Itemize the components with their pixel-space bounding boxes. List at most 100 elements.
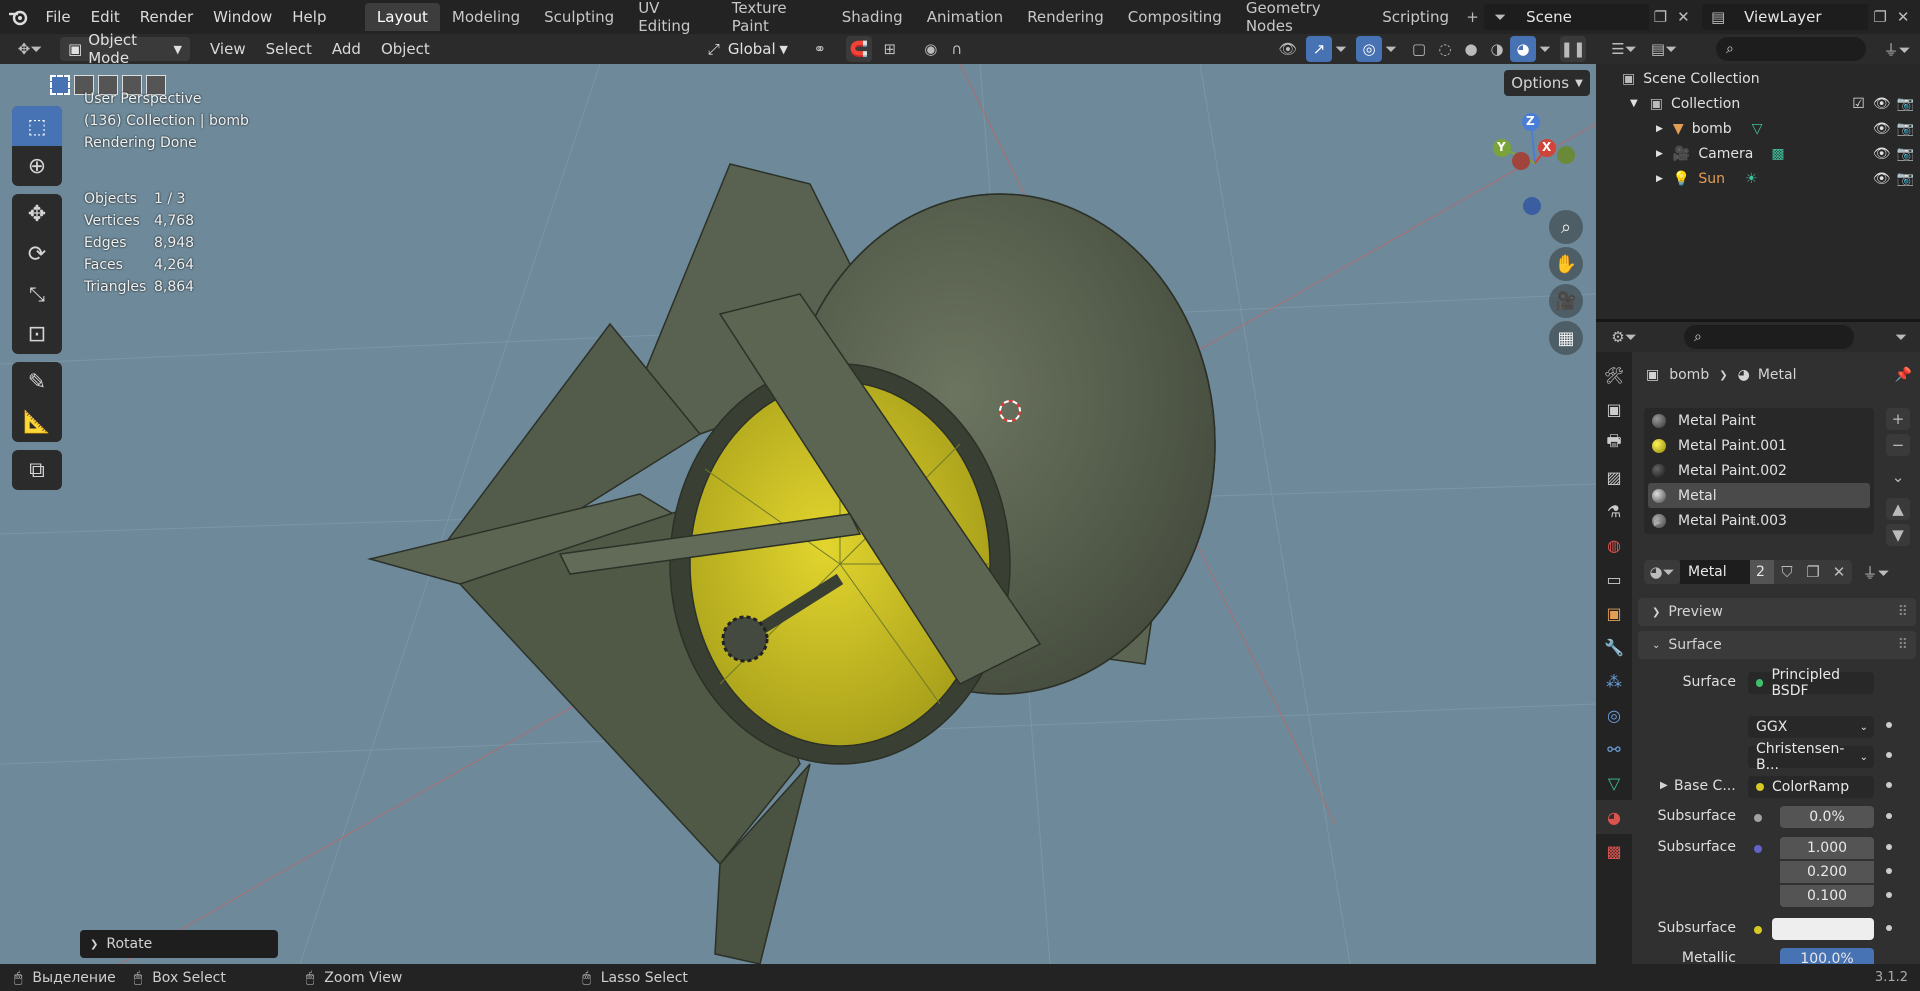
scene-collection-row[interactable]: ▣ Scene Collection — [1596, 66, 1920, 91]
menu-edit[interactable]: Edit — [81, 0, 130, 34]
menu-view[interactable]: View — [200, 40, 256, 58]
view-layer-selector-icon[interactable]: ▤ — [1702, 4, 1735, 30]
eye-icon[interactable]: 👁 — [1873, 121, 1891, 137]
measure-tool-icon[interactable]: 📐 — [12, 402, 62, 442]
3d-viewport[interactable]: Options ▼ ⬚ ⊕ ✥ ⟳ ⤡ ⊡ ✎ 📐 ⧉ User Perspect… — [0, 64, 1596, 964]
overlay-toggle-icon[interactable]: ◎ — [1356, 36, 1382, 62]
scene-name-field[interactable]: Scene — [1516, 4, 1649, 30]
expand-arrow-icon[interactable]: ▶ — [1656, 124, 1663, 134]
surface-panel-header[interactable]: ⌄ Surface ⠿ — [1638, 631, 1916, 659]
keyframe-dot-icon[interactable] — [1886, 892, 1892, 898]
chevron-down-icon[interactable]: ⏷ — [1536, 36, 1554, 62]
visibility-icon[interactable]: 👁 — [1270, 36, 1306, 62]
duplicate-material-icon[interactable]: ❐ — [1800, 560, 1826, 584]
chevron-down-icon[interactable]: ⏷ — [1332, 36, 1350, 62]
outliner-item-camera[interactable]: ▶ 🎥 Camera ▩ 👁 📷 — [1596, 141, 1920, 166]
world-tab-icon[interactable]: ◍ — [1596, 528, 1632, 562]
delete-view-layer-icon[interactable]: ✕ — [1892, 4, 1915, 30]
user-count[interactable]: 2 — [1750, 560, 1774, 584]
physics-tab-icon[interactable]: ◎ — [1596, 698, 1632, 732]
slot-specials-icon[interactable]: ⌄ — [1886, 466, 1910, 488]
select-box-tool-icon[interactable]: ⬚ — [12, 106, 62, 146]
wireframe-shading-icon[interactable]: ◌ — [1432, 36, 1458, 62]
new-view-layer-icon[interactable]: ❐ — [1868, 4, 1891, 30]
camera-render-icon[interactable]: 📷 — [1897, 121, 1914, 137]
menu-object[interactable]: Object — [371, 40, 440, 58]
material-slot[interactable]: Metal Paint.002 — [1644, 458, 1874, 483]
metallic-field[interactable]: 100.0% — [1780, 948, 1874, 964]
last-operator-panel[interactable]: ❯ Rotate — [80, 930, 278, 958]
snap-toggle-icon[interactable]: 🧲 — [845, 36, 872, 62]
collection-row[interactable]: ▼ ▣ Collection ☑ 👁 📷 — [1596, 91, 1920, 116]
expand-arrow-icon[interactable]: ▶ — [1656, 149, 1663, 159]
data-tab-icon[interactable]: ▽ — [1596, 766, 1632, 800]
surface-shader-field[interactable]: Principled BSDF — [1748, 667, 1874, 699]
output-tab-icon[interactable]: 🖶 — [1596, 426, 1632, 460]
eye-icon[interactable]: 👁 — [1873, 146, 1891, 162]
chevron-down-icon[interactable]: ⏷ — [1382, 36, 1400, 62]
tab-scripting[interactable]: Scripting — [1370, 3, 1461, 31]
material-tab-icon[interactable]: ◕ — [1596, 800, 1632, 834]
camera-data-icon[interactable]: ▩ — [1771, 146, 1784, 162]
material-slot-list[interactable]: Metal Paint Metal Paint.001 Metal Paint.… — [1644, 408, 1874, 534]
filter-icon[interactable]: ⏚⏷ — [1878, 36, 1916, 62]
mesh-data-icon[interactable]: ▽ — [1752, 121, 1763, 137]
material-filter-icon[interactable]: ⏚⏷ — [1858, 560, 1894, 584]
options-button[interactable]: Options ▼ — [1504, 70, 1590, 96]
gizmo-toggle-icon[interactable]: ↗ — [1306, 36, 1332, 62]
move-slot-down-icon[interactable]: ▼ — [1886, 524, 1910, 546]
navigation-gizmo[interactable]: Z Y X — [1480, 108, 1590, 218]
editor-type-icon[interactable]: ✥⏷ — [8, 36, 52, 62]
blender-logo-icon[interactable] — [0, 4, 36, 30]
tab-layout[interactable]: Layout — [364, 3, 440, 31]
tab-geometry-nodes[interactable]: Geometry Nodes — [1234, 0, 1370, 35]
cursor-tool-icon[interactable]: ⊕ — [12, 146, 62, 186]
solid-shading-icon[interactable]: ● — [1458, 36, 1484, 62]
scene-selector-icon[interactable]: ⏷ — [1484, 4, 1517, 30]
remove-slot-icon[interactable]: − — [1886, 434, 1910, 456]
view-layer-tab-icon[interactable]: ▨ — [1596, 460, 1632, 494]
keyframe-dot-icon[interactable] — [1886, 813, 1892, 819]
constraints-tab-icon[interactable]: ⚯ — [1596, 732, 1632, 766]
tool-tab-icon[interactable]: 🛠 — [1596, 358, 1632, 392]
properties-search-input[interactable]: ⌕ — [1684, 325, 1854, 349]
tab-shading[interactable]: Shading — [830, 3, 915, 31]
zoom-icon[interactable]: ⌕ — [1549, 210, 1583, 244]
new-scene-icon[interactable]: ❐ — [1649, 4, 1672, 30]
transform-tool-icon[interactable]: ⊡ — [12, 314, 62, 354]
subsurface-radius-z-field[interactable]: 0.100 — [1780, 885, 1874, 907]
outliner-search-input[interactable]: ⌕ — [1716, 37, 1866, 61]
display-mode-icon[interactable]: ▤⏷ — [1644, 36, 1684, 62]
material-slot-active[interactable]: Metal — [1648, 483, 1870, 508]
camera-render-icon[interactable]: 📷 — [1897, 96, 1914, 112]
ortho-grid-icon[interactable]: ▦ — [1549, 321, 1583, 355]
pin-icon[interactable]: 📌 — [1895, 367, 1912, 383]
tab-animation[interactable]: Animation — [915, 3, 1015, 31]
delete-scene-icon[interactable]: ✕ — [1672, 4, 1695, 30]
tab-texture-paint[interactable]: Texture Paint — [720, 0, 830, 35]
add-cube-tool-icon[interactable]: ⧉ — [12, 450, 62, 490]
menu-select[interactable]: Select — [256, 40, 322, 58]
view-layer-field[interactable]: ViewLayer — [1734, 4, 1869, 30]
unlink-material-icon[interactable]: ✕ — [1826, 560, 1852, 584]
outliner-item-sun[interactable]: ▶ 💡 Sun ☀ 👁 📷 — [1596, 166, 1920, 191]
tab-modeling[interactable]: Modeling — [440, 3, 532, 31]
camera-render-icon[interactable]: 📷 — [1897, 171, 1914, 187]
drag-handle-icon[interactable]: ⠿ — [1898, 637, 1908, 653]
tab-rendering[interactable]: Rendering — [1015, 3, 1116, 31]
scene-render[interactable] — [0, 64, 1596, 964]
snap-target-icon[interactable]: ⊞ — [872, 36, 908, 62]
camera-view-icon[interactable]: 🎥 — [1549, 284, 1583, 318]
select-new-icon[interactable] — [50, 75, 70, 95]
chevron-down-icon[interactable]: ⏷ — [1888, 324, 1914, 350]
keyframe-dot-icon[interactable] — [1886, 752, 1892, 758]
menu-window[interactable]: Window — [203, 0, 282, 34]
collection-tab-icon[interactable]: ▭ — [1596, 562, 1632, 596]
menu-add[interactable]: Add — [322, 40, 371, 58]
scene-tab-icon[interactable]: ⚗ — [1596, 494, 1632, 528]
keyframe-dot-icon[interactable] — [1886, 925, 1892, 931]
eye-icon[interactable]: 👁 — [1873, 96, 1891, 112]
material-slot[interactable]: Metal Paint.003 — [1644, 508, 1874, 533]
add-workspace-icon[interactable]: + — [1461, 4, 1484, 30]
camera-render-icon[interactable]: 📷 — [1897, 146, 1914, 162]
